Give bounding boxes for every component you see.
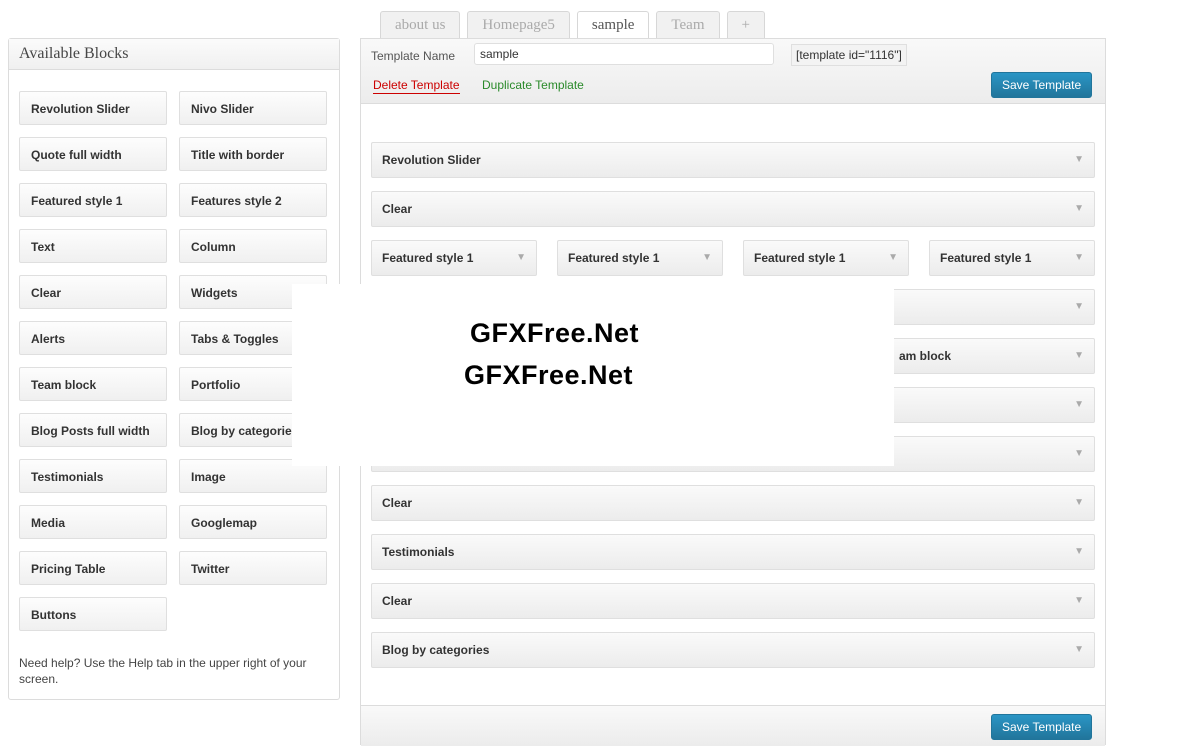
expand-arrow-icon[interactable]: ▼ — [1074, 143, 1084, 177]
help-text: Need help? Use the Help tab in the upper… — [19, 656, 307, 686]
block-revolution-slider[interactable]: Revolution Slider — [19, 91, 167, 125]
available-blocks-title: Available Blocks — [9, 39, 339, 70]
watermark-text: GFXFree.Net — [470, 318, 640, 348]
expand-arrow-icon[interactable]: ▼ — [1074, 339, 1084, 373]
template-row[interactable]: Testimonials ▼ — [371, 534, 1095, 570]
expand-arrow-icon[interactable]: ▼ — [1074, 633, 1084, 667]
watermark-text: GFXFree.Net — [464, 360, 634, 390]
block-pricing-table[interactable]: Pricing Table — [19, 551, 167, 585]
expand-arrow-icon[interactable]: ▼ — [516, 241, 526, 275]
block-featured-style-1[interactable]: Featured style 1 — [19, 183, 167, 217]
template-tabs: about us Homepage5 sample Team + — [380, 11, 772, 39]
block-testimonials[interactable]: Testimonials — [19, 459, 167, 493]
save-template-button-bottom[interactable]: Save Template — [991, 714, 1093, 740]
expand-arrow-icon[interactable]: ▼ — [1074, 486, 1084, 520]
expand-arrow-icon[interactable]: ▼ — [1074, 388, 1084, 422]
block-title-with-border[interactable]: Title with border — [179, 137, 327, 171]
expand-arrow-icon[interactable]: ▼ — [888, 241, 898, 275]
expand-arrow-icon[interactable]: ▼ — [1074, 584, 1084, 618]
block-column[interactable]: Column — [179, 229, 327, 263]
tab-team[interactable]: Team — [656, 11, 720, 38]
tab-about-us[interactable]: about us — [380, 11, 461, 38]
block-blog-posts-full-width[interactable]: Blog Posts full width — [19, 413, 167, 447]
template-row[interactable]: Blog by categories ▼ — [371, 632, 1095, 668]
block-text[interactable]: Text — [19, 229, 167, 263]
template-row-quarter[interactable]: Featured style 1 ▼ — [929, 240, 1095, 276]
row-label: Revolution Slider — [382, 153, 481, 167]
available-blocks-panel: Available Blocks Revolution Slider Nivo … — [8, 38, 340, 700]
template-row-quarter[interactable]: Featured style 1 ▼ — [557, 240, 723, 276]
row-label: Testimonials — [382, 545, 455, 559]
tab-sample[interactable]: sample — [576, 11, 650, 39]
block-media[interactable]: Media — [19, 505, 167, 539]
row-label: Featured style 1 — [940, 251, 1032, 265]
tab-homepage5[interactable]: Homepage5 — [467, 11, 570, 38]
expand-arrow-icon[interactable]: ▼ — [1074, 241, 1084, 275]
template-row[interactable]: Clear ▼ — [371, 191, 1095, 227]
template-row-quarter[interactable]: Featured style 1 ▼ — [371, 240, 537, 276]
row-label: Blog by categories — [382, 643, 490, 657]
block-buttons[interactable]: Buttons — [19, 597, 167, 631]
block-twitter[interactable]: Twitter — [179, 551, 327, 585]
duplicate-template-link[interactable]: Duplicate Template — [482, 78, 584, 92]
row-label: Featured style 1 — [568, 251, 660, 265]
block-team-block[interactable]: Team block — [19, 367, 167, 401]
expand-arrow-icon[interactable]: ▼ — [1074, 290, 1084, 324]
expand-arrow-icon[interactable]: ▼ — [702, 241, 712, 275]
delete-template-link[interactable]: Delete Template — [373, 78, 460, 94]
block-nivo-slider[interactable]: Nivo Slider — [179, 91, 327, 125]
add-tab-button[interactable]: + — [726, 11, 765, 38]
row-label: am block — [899, 349, 952, 363]
template-footer: Save Template — [361, 705, 1105, 746]
template-row-quarter[interactable]: Featured style 1 ▼ — [743, 240, 909, 276]
block-features-style-2[interactable]: Features style 2 — [179, 183, 327, 217]
expand-arrow-icon[interactable]: ▼ — [1074, 192, 1084, 226]
row-label: Featured style 1 — [754, 251, 846, 265]
template-shortcode: [template id="1116"] — [791, 44, 907, 66]
row-label: Clear — [382, 496, 413, 510]
template-row[interactable]: Clear ▼ — [371, 583, 1095, 619]
row-label: Clear — [382, 594, 413, 608]
block-alerts[interactable]: Alerts — [19, 321, 167, 355]
block-clear[interactable]: Clear — [19, 275, 167, 309]
block-quote-full-width[interactable]: Quote full width — [19, 137, 167, 171]
save-template-button[interactable]: Save Template — [991, 72, 1093, 98]
block-googlemap[interactable]: Googlemap — [179, 505, 327, 539]
expand-arrow-icon[interactable]: ▼ — [1074, 535, 1084, 569]
template-name-input[interactable] — [474, 43, 774, 65]
template-header: Template Name [template id="1116"] Delet… — [361, 39, 1105, 104]
watermark-overlay: GFXFree.Net GFXFree.Net — [292, 284, 894, 466]
row-label: Featured style 1 — [382, 251, 474, 265]
template-row[interactable]: Clear ▼ — [371, 485, 1095, 521]
expand-arrow-icon[interactable]: ▼ — [1074, 437, 1084, 471]
template-row[interactable]: Revolution Slider ▼ — [371, 142, 1095, 178]
template-name-label: Template Name — [371, 49, 456, 63]
row-label: Clear — [382, 202, 413, 216]
